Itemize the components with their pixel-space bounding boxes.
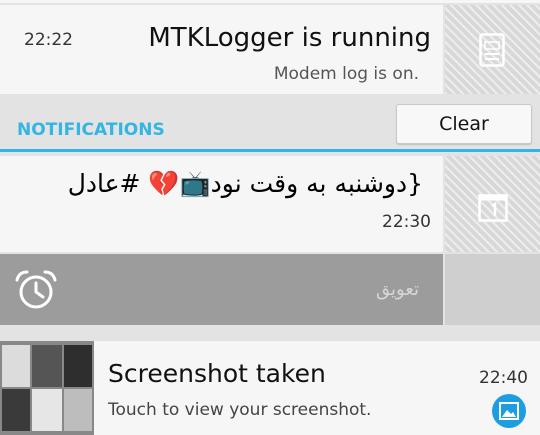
event-icon-area xyxy=(445,156,540,252)
thumbnail-tile xyxy=(2,345,30,387)
calendar-day-icon xyxy=(478,194,508,222)
screenshot-thumbnail xyxy=(0,341,94,435)
event-notification[interactable]: {دوشنبه به وقت نود📺💔 #عادل 22:30 xyxy=(0,156,443,252)
snooze-label: تعویق xyxy=(375,279,419,300)
section-title: NOTIFICATIONS xyxy=(17,120,165,140)
section-divider xyxy=(0,149,540,152)
clear-button-label: Clear xyxy=(439,113,489,135)
gallery-glyph xyxy=(499,402,519,420)
screenshot-time: 22:40 xyxy=(479,368,528,388)
notification-title: MTKLogger is running xyxy=(148,23,431,53)
event-time: 22:30 xyxy=(382,212,431,232)
log-file-icon xyxy=(479,33,505,67)
screenshot-notification[interactable]: Screenshot taken Touch to view your scre… xyxy=(0,341,540,435)
screenshot-title: Screenshot taken xyxy=(108,359,326,388)
thumbnail-tile xyxy=(32,389,62,431)
thumbnail-tile xyxy=(64,345,92,387)
event-title: {دوشنبه به وقت نود📺💔 #عادل xyxy=(67,169,423,198)
notification-time: 22:22 xyxy=(24,30,73,50)
thumbnail-tile xyxy=(2,389,30,431)
screenshot-subtitle: Touch to view your screenshot. xyxy=(108,400,372,420)
notifications-header: NOTIFICATIONS Clear xyxy=(0,96,540,152)
alarm-clock-icon xyxy=(15,270,57,309)
clear-button[interactable]: Clear xyxy=(396,104,532,144)
snooze-action-button[interactable]: تعویق xyxy=(0,254,443,325)
thumbnail-tile xyxy=(32,345,62,387)
snooze-side-area xyxy=(445,254,540,325)
mtklogger-notification[interactable]: 22:22 MTKLogger is running Modem log is … xyxy=(0,5,443,94)
previous-notification-edge xyxy=(0,0,540,3)
notification-subtitle: Modem log is on. xyxy=(273,64,419,84)
mtklogger-icon-area xyxy=(445,5,540,94)
gallery-image-icon xyxy=(492,394,526,428)
thumbnail-tile xyxy=(64,389,92,431)
